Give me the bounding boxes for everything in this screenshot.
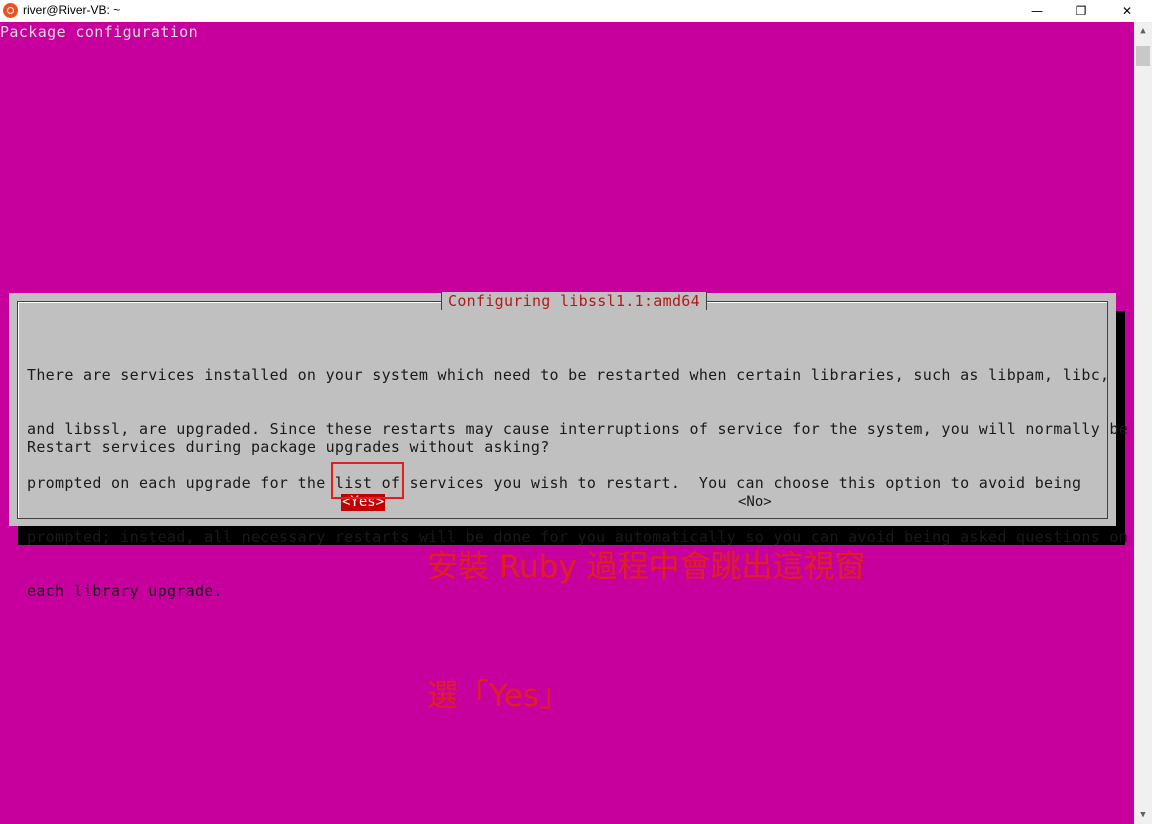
package-configuration-header: Package configuration <box>0 23 199 41</box>
annotation-text: 安裝 Ruby 過程中會跳出這視窗 選「Yes」 <box>427 460 866 761</box>
close-button[interactable]: ✕ <box>1104 0 1150 22</box>
annotation-line: 選「Yes」 <box>427 678 571 714</box>
message-line: There are services installed on your sys… <box>27 366 1110 384</box>
dialog-title: Configuring libssl1.1:amd64 <box>441 292 707 310</box>
yes-highlight-box <box>331 462 404 499</box>
minimize-button[interactable]: — <box>1014 0 1060 22</box>
window-title-bar[interactable]: river@River-VB: ~ — ❐ ✕ <box>0 0 1152 22</box>
message-line: and libssl, are upgraded. Since these re… <box>27 420 1129 438</box>
annotation-line: 安裝 Ruby 過程中會跳出這視窗 <box>427 549 866 585</box>
dialog-question: Restart services during package upgrades… <box>27 438 550 456</box>
ubuntu-logo-icon <box>3 3 18 18</box>
vertical-scrollbar[interactable]: ▲ ▼ <box>1134 22 1152 824</box>
window-title: river@River-VB: ~ <box>23 3 121 17</box>
scroll-thumb[interactable] <box>1136 46 1150 66</box>
scroll-up-arrow-icon[interactable]: ▲ <box>1134 22 1152 40</box>
scroll-down-arrow-icon[interactable]: ▼ <box>1134 806 1152 824</box>
maximize-button[interactable]: ❐ <box>1058 0 1104 22</box>
